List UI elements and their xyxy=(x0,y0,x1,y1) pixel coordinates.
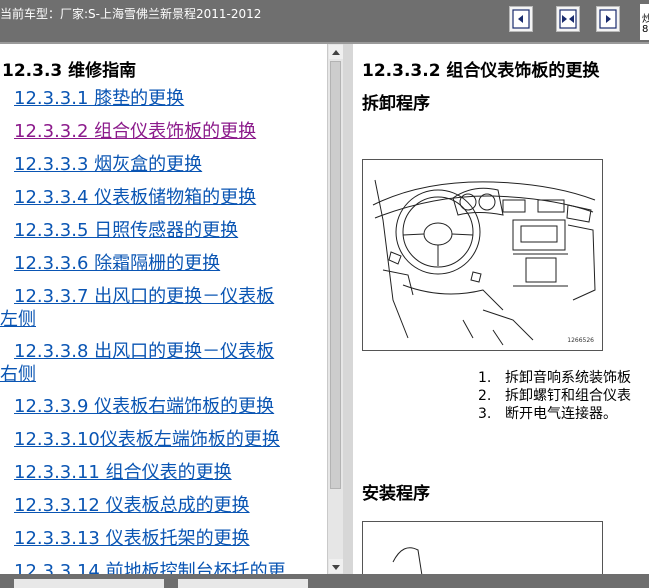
edge-fragment-2: 8 xyxy=(642,24,649,35)
install-figure xyxy=(362,521,603,574)
dashboard-figure: 1266526 xyxy=(362,159,603,351)
bottom-button-2[interactable] xyxy=(178,579,308,588)
toc-item-continuation[interactable]: 右侧 xyxy=(0,363,36,386)
install-heading: 安装程序 xyxy=(362,484,430,504)
step-item: 3. 断开电气连接器。 xyxy=(478,406,617,422)
chevron-up-icon xyxy=(332,50,340,55)
toc-item[interactable]: 12.3.3.3 烟灰盒的更换 xyxy=(14,153,202,176)
step-item: 2. 拆卸螺钉和组合仪表 xyxy=(478,388,631,404)
scroll-down-button[interactable] xyxy=(329,559,343,573)
toc-item-continuation[interactable]: 左侧 xyxy=(0,308,36,331)
toc-item[interactable]: 12.3.3.11 组合仪表的更换 xyxy=(14,461,232,484)
page-title: 12.3.3.2 组合仪表饰板的更换 xyxy=(362,61,600,81)
arrow-left-icon xyxy=(512,9,530,29)
toc-heading: 12.3.3 维修指南 xyxy=(2,61,137,81)
scroll-up-button[interactable] xyxy=(329,45,343,59)
figure-id: 1266526 xyxy=(567,337,594,344)
removal-steps: 1. 拆卸音响系统装饰板 2. 拆卸螺钉和组合仪表 3. 断开电气连接器。 xyxy=(478,369,631,423)
toc-scrollbar[interactable] xyxy=(327,44,343,574)
toc-item[interactable]: 12.3.3.6 除霜隔栅的更换 xyxy=(14,252,220,275)
arrows-inward-icon xyxy=(559,9,577,29)
toc-item[interactable]: 12.3.3.8 出风口的更换－仪表板 xyxy=(14,340,274,363)
edge-fragment-1: 炒 xyxy=(642,14,649,25)
chevron-down-icon xyxy=(332,565,340,570)
title-bar: 当前车型：厂家:S-上海雪佛兰新景程2011-2012 炒 8 xyxy=(0,0,649,42)
toc-item[interactable]: 12.3.3.10仪表板左端饰板的更换 xyxy=(14,428,280,451)
content-pane: 12.3.3.2 组合仪表饰板的更换 拆卸程序 1266526 1. 拆卸音响系… xyxy=(353,44,649,574)
toggle-panes-button[interactable] xyxy=(556,6,580,32)
instrument-panel-illustration xyxy=(372,179,596,346)
next-page-button[interactable] xyxy=(596,6,620,32)
toc-item[interactable]: 12.3.3.12 仪表板总成的更换 xyxy=(14,494,250,517)
toc-item[interactable]: 12.3.3.14 前地板控制台杯托的更 xyxy=(14,560,286,574)
toc-pane: 12.3.3 维修指南 12.3.3.1 膝垫的更换 12.3.3.2 组合仪表… xyxy=(0,44,327,574)
edge-text-fragment: 炒 8 xyxy=(640,4,649,40)
install-illustration xyxy=(392,547,423,574)
toc-item[interactable]: 12.3.3.4 仪表板储物箱的更换 xyxy=(14,186,256,209)
arrow-right-icon xyxy=(599,9,617,29)
removal-heading: 拆卸程序 xyxy=(362,94,430,114)
toc-item[interactable]: 12.3.3.13 仪表板托架的更换 xyxy=(14,527,250,550)
prev-page-button[interactable] xyxy=(509,6,533,32)
toc-item[interactable]: 12.3.3.7 出风口的更换－仪表板 xyxy=(14,285,274,308)
window-title: 当前车型：厂家:S-上海雪佛兰新景程2011-2012 xyxy=(0,7,262,21)
toc-item[interactable]: 12.3.3.1 膝垫的更换 xyxy=(14,87,184,110)
toc-item[interactable]: 12.3.3.2 组合仪表饰板的更换 xyxy=(14,120,256,143)
step-item: 1. 拆卸音响系统装饰板 xyxy=(478,370,631,386)
status-bar xyxy=(0,574,649,588)
scroll-thumb[interactable] xyxy=(330,61,341,489)
toc-item[interactable]: 12.3.3.5 日照传感器的更换 xyxy=(14,219,238,242)
bottom-button-1[interactable] xyxy=(14,579,164,588)
toc-item[interactable]: 12.3.3.9 仪表板右端饰板的更换 xyxy=(14,395,274,418)
pane-splitter[interactable] xyxy=(343,44,353,574)
